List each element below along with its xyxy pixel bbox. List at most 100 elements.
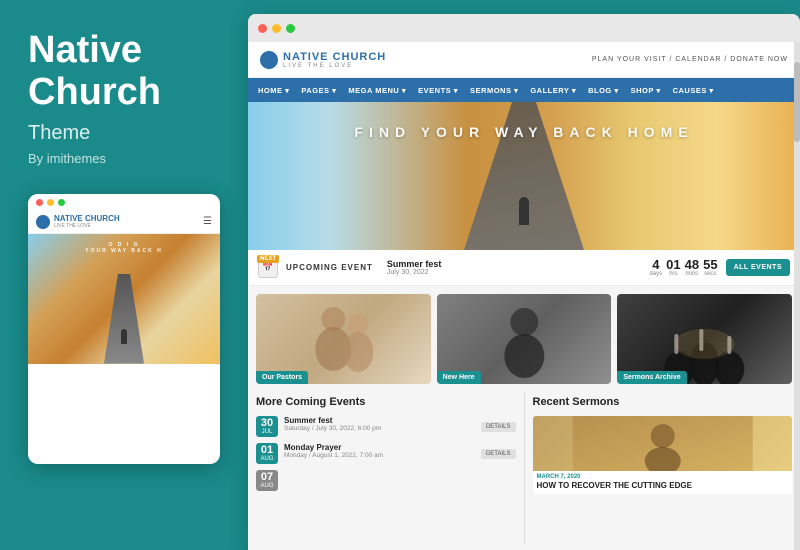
card-sermons[interactable]: Sermons Archive <box>617 294 792 384</box>
event-details-btn-1[interactable]: DETAILS <box>481 422 516 432</box>
site-nav: HOME ▾ PAGES ▾ MEGA MENU ▾ EVENTS ▾ SERM… <box>248 78 800 102</box>
sermon-card[interactable]: MARCH 7, 2020 HOW TO RECOVER THE CUTTING… <box>533 416 793 494</box>
event-datetime-1: Saturday / July 30, 2022, 6:00 pm <box>284 425 475 432</box>
cards-section: Our Pastors New Here <box>248 286 800 392</box>
nav-pages[interactable]: PAGES ▾ <box>301 86 336 95</box>
sermon-date: MARCH 7, 2020 <box>533 471 793 480</box>
card-new-here-label: New Here <box>437 371 481 384</box>
event-month-3: AUG <box>258 483 276 489</box>
sermon-title: HOW TO RECOVER THE CUTTING EDGE <box>533 480 793 494</box>
event-date-block-3: 07 AUG <box>256 470 278 491</box>
site-logo-text: NATIVE CHURCH <box>283 51 386 63</box>
event-datetime-2: Monday / August 1, 2022, 7:00 am <box>284 452 475 459</box>
countdown-mins: 48 mins <box>685 258 699 277</box>
mobile-logo-text: NATIVE CHURCH LIVE THE LOVE <box>54 215 120 229</box>
event-info-1: Summer fest Saturday / July 30, 2022, 6:… <box>284 416 475 432</box>
mobile-nav: NATIVE CHURCH LIVE THE LOVE ☰ <box>28 211 220 234</box>
mobile-dot-green <box>58 199 65 206</box>
browser-dot-yellow <box>272 24 281 33</box>
countdown-secs: 55 secs <box>703 258 717 277</box>
mobile-figure <box>121 329 127 344</box>
nav-sermons[interactable]: SERMONS ▾ <box>470 86 518 95</box>
event-info-2: Monday Prayer Monday / August 1, 2022, 7… <box>284 443 475 459</box>
calendar-icon: 📅 NEXT <box>258 258 278 278</box>
events-next-label: NEXT <box>257 255 279 263</box>
sermon-image <box>533 416 793 471</box>
mobile-hamburger-icon[interactable]: ☰ <box>203 216 212 227</box>
event-date: July 30, 2022 <box>387 269 642 276</box>
nav-shop[interactable]: SHOP ▾ <box>631 86 661 95</box>
upcoming-event-label: UPCOMING EVENT <box>286 263 373 272</box>
theme-author: By imithemes <box>28 151 220 166</box>
event-details-btn-2[interactable]: DETAILS <box>481 449 516 459</box>
bottom-section: More Coming Events 30 JUL Summer fest Sa… <box>248 392 800 550</box>
event-item-2: 01 AUG Monday Prayer Monday / August 1, … <box>256 443 516 464</box>
event-month-2: AUG <box>258 456 276 462</box>
mobile-hero: O D I GYOUR WAY BACK H <box>28 234 220 364</box>
countdown-mins-num: 48 <box>685 258 699 271</box>
nav-causes[interactable]: CAUSES ▾ <box>673 86 714 95</box>
theme-subtitle: Theme <box>28 122 220 145</box>
countdown-mins-label: mins <box>685 271 699 277</box>
browser-titlebar <box>248 14 800 42</box>
mobile-hero-text: O D I GYOUR WAY BACK H <box>28 242 220 254</box>
event-day-3: 07 <box>258 472 276 483</box>
event-title-2: Monday Prayer <box>284 443 475 452</box>
nav-gallery[interactable]: GALLERY ▾ <box>530 86 576 95</box>
nav-blog[interactable]: BLOG ▾ <box>588 86 619 95</box>
card-sermons-label: Sermons Archive <box>617 371 686 384</box>
event-day-1: 30 <box>258 418 276 429</box>
mobile-hero-background: O D I GYOUR WAY BACK H <box>28 234 220 364</box>
title-line2: Church <box>28 71 161 113</box>
mobile-hero-road <box>104 274 144 364</box>
countdown-days: 4 days <box>649 258 662 277</box>
countdown-secs-label: secs <box>703 271 717 277</box>
countdown-secs-num: 55 <box>703 258 717 271</box>
site-logo-sub: LIVE THE LOVE <box>283 63 386 69</box>
site-hero: FIND YOUR WAY BACK HOME <box>248 102 800 250</box>
scrollbar-thumb[interactable] <box>794 62 800 142</box>
site-header: NATIVE CHURCH LIVE THE LOVE PLAN YOUR VI… <box>248 42 800 78</box>
event-day-2: 01 <box>258 445 276 456</box>
event-month-1: JUL <box>258 429 276 435</box>
browser-dot-red <box>258 24 267 33</box>
event-item-3: 07 AUG <box>256 470 516 491</box>
mobile-logo: NATIVE CHURCH LIVE THE LOVE <box>36 215 120 229</box>
site-hero-figure <box>519 197 529 225</box>
countdown-days-num: 4 <box>649 258 662 271</box>
nav-home[interactable]: HOME ▾ <box>258 86 289 95</box>
sermons-column: Recent Sermons M <box>525 392 793 544</box>
mobile-dot-yellow <box>47 199 54 206</box>
card-pastors[interactable]: Our Pastors <box>256 294 431 384</box>
events-bar: 📅 NEXT UPCOMING EVENT Summer fest July 3… <box>248 250 800 286</box>
card-pastors-label: Our Pastors <box>256 371 308 384</box>
event-name: Summer fest <box>387 259 642 269</box>
more-events-heading: More Coming Events <box>256 392 516 408</box>
nav-mega-menu[interactable]: MEGA MENU ▾ <box>348 86 406 95</box>
recent-sermons-heading: Recent Sermons <box>533 392 793 408</box>
theme-title: Native Church <box>28 30 220 114</box>
countdown-hrs-num: 01 <box>666 258 680 271</box>
nav-events[interactable]: EVENTS ▾ <box>418 86 458 95</box>
countdown-days-label: days <box>649 271 662 277</box>
all-events-button[interactable]: ALL EVENTS <box>726 259 790 276</box>
browser-dot-green <box>286 24 295 33</box>
mobile-preview: NATIVE CHURCH LIVE THE LOVE ☰ O D I GYOU… <box>28 194 220 464</box>
browser-window: NATIVE CHURCH LIVE THE LOVE PLAN YOUR VI… <box>248 14 800 550</box>
mobile-titlebar <box>28 194 220 211</box>
site-hero-background: FIND YOUR WAY BACK HOME <box>248 102 800 250</box>
left-panel: Native Church Theme By imithemes NATIVE … <box>0 0 248 550</box>
event-date-block-1: 30 JUL <box>256 416 278 437</box>
site-hero-text: FIND YOUR WAY BACK HOME <box>248 124 800 140</box>
mobile-logo-icon <box>36 215 50 229</box>
site-logo-text-block: NATIVE CHURCH LIVE THE LOVE <box>283 51 386 69</box>
event-item-1: 30 JUL Summer fest Saturday / July 30, 2… <box>256 416 516 437</box>
scrollbar-track[interactable] <box>794 42 800 550</box>
title-line1: Native <box>28 29 142 71</box>
card-new-here[interactable]: New Here <box>437 294 612 384</box>
events-column: More Coming Events 30 JUL Summer fest Sa… <box>256 392 524 544</box>
mobile-dot-red <box>36 199 43 206</box>
site-logo: NATIVE CHURCH LIVE THE LOVE <box>260 51 386 69</box>
countdown-hrs: 01 hrs <box>666 258 680 277</box>
event-date-block-2: 01 AUG <box>256 443 278 464</box>
